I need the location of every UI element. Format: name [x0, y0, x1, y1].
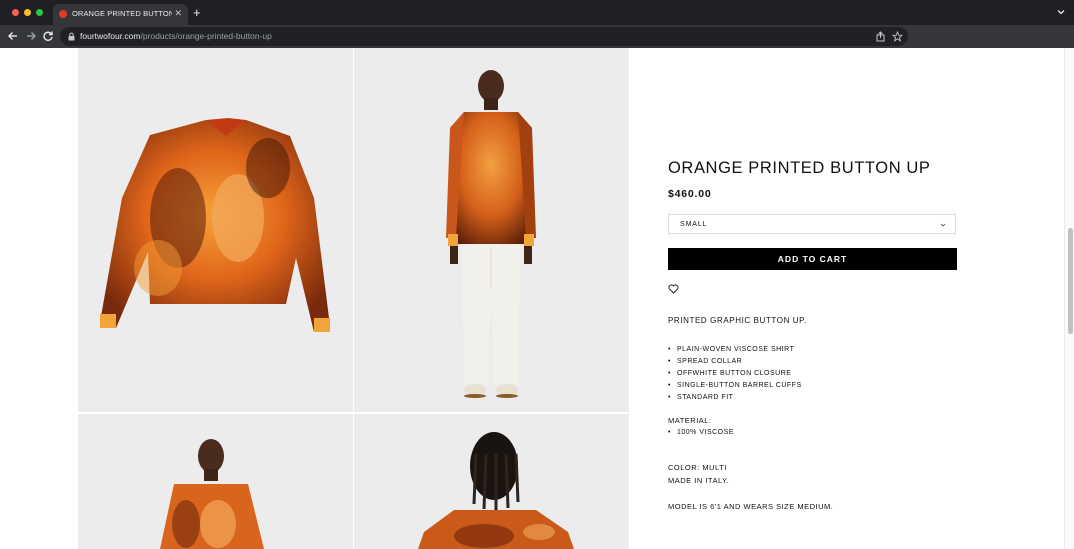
feature-text: PLAIN-WOVEN VISCOSE SHIRT	[677, 346, 795, 353]
favicon-icon	[59, 10, 67, 18]
share-icon[interactable]	[875, 31, 886, 42]
product-image-model-front[interactable]	[354, 48, 629, 412]
scrollbar-thumb[interactable]	[1068, 228, 1073, 334]
model-back-illustration	[418, 432, 574, 549]
model-closeup-illustration	[160, 439, 264, 549]
window-minimize-button[interactable]	[24, 9, 31, 16]
arrow-right-icon[interactable]	[24, 29, 38, 43]
material-text: 100% VISCOSE	[677, 429, 734, 436]
product-image-model-closeup[interactable]	[78, 414, 353, 549]
size-select[interactable]: SMALL	[668, 214, 956, 234]
tab-list-chevron-icon[interactable]	[1056, 7, 1066, 17]
shirt-flatlay-illustration	[100, 118, 330, 332]
feature-text: SPREAD COLLAR	[677, 358, 743, 365]
product-gallery	[78, 48, 629, 549]
star-icon[interactable]	[892, 31, 903, 42]
address-bar[interactable]: fourtwofour.com/products/orange-printed-…	[60, 27, 908, 46]
new-tab-button[interactable]: +	[193, 6, 201, 20]
url-path: /products/orange-printed-button-up	[140, 31, 272, 41]
product-title: ORANGE PRINTED BUTTON UP	[668, 159, 931, 177]
product-image-flatlay[interactable]	[78, 48, 353, 412]
url-host: fourtwofour.com	[80, 31, 141, 41]
feature-text: STANDARD FIT	[677, 394, 734, 401]
model-size-note: MODEL IS 6'1 AND WEARS SIZE MEDIUM.	[668, 502, 834, 511]
add-to-cart-button[interactable]: ADD TO CART	[668, 248, 957, 270]
browser-toolbar: fourtwofour.com/products/orange-printed-…	[0, 25, 1074, 48]
tab-close-icon[interactable]: ✕	[174, 7, 182, 19]
window-maximize-button[interactable]	[36, 9, 43, 16]
product-price: $460.00	[668, 188, 712, 200]
arrow-left-icon[interactable]	[6, 29, 20, 43]
feature-text: SINGLE-BUTTON BARREL CUFFS	[677, 382, 802, 389]
window-close-button[interactable]	[12, 9, 19, 16]
feature-text: OFFWHITE BUTTON CLOSURE	[677, 370, 792, 377]
page-scrollbar[interactable]	[1064, 48, 1074, 549]
product-page: ORANGE PRINTED BUTTON UP $460.00 SMALL A…	[0, 48, 1074, 549]
url-text[interactable]: fourtwofour.com/products/orange-printed-…	[80, 31, 272, 41]
size-selected-value: SMALL	[680, 221, 708, 228]
heart-icon[interactable]	[668, 284, 679, 294]
product-color: COLOR: MULTI	[668, 463, 727, 472]
browser-tab[interactable]: ORANGE PRINTED BUTTON UP ✕	[53, 4, 188, 25]
material-label: MATERIAL:	[668, 416, 712, 425]
browser-tab-bar: ORANGE PRINTED BUTTON UP ✕ +	[0, 0, 1074, 25]
tab-title: ORANGE PRINTED BUTTON UP	[72, 9, 172, 18]
model-front-illustration	[446, 70, 536, 398]
product-description: PRINTED GRAPHIC BUTTON UP.	[668, 316, 807, 325]
reload-icon[interactable]	[41, 29, 55, 43]
product-origin: MADE IN ITALY.	[668, 476, 730, 485]
product-image-model-back[interactable]	[354, 414, 629, 549]
chevron-down-icon	[940, 223, 946, 227]
lock-icon[interactable]	[68, 32, 75, 41]
product-info: ORANGE PRINTED BUTTON UP $460.00 SMALL A…	[668, 48, 958, 549]
